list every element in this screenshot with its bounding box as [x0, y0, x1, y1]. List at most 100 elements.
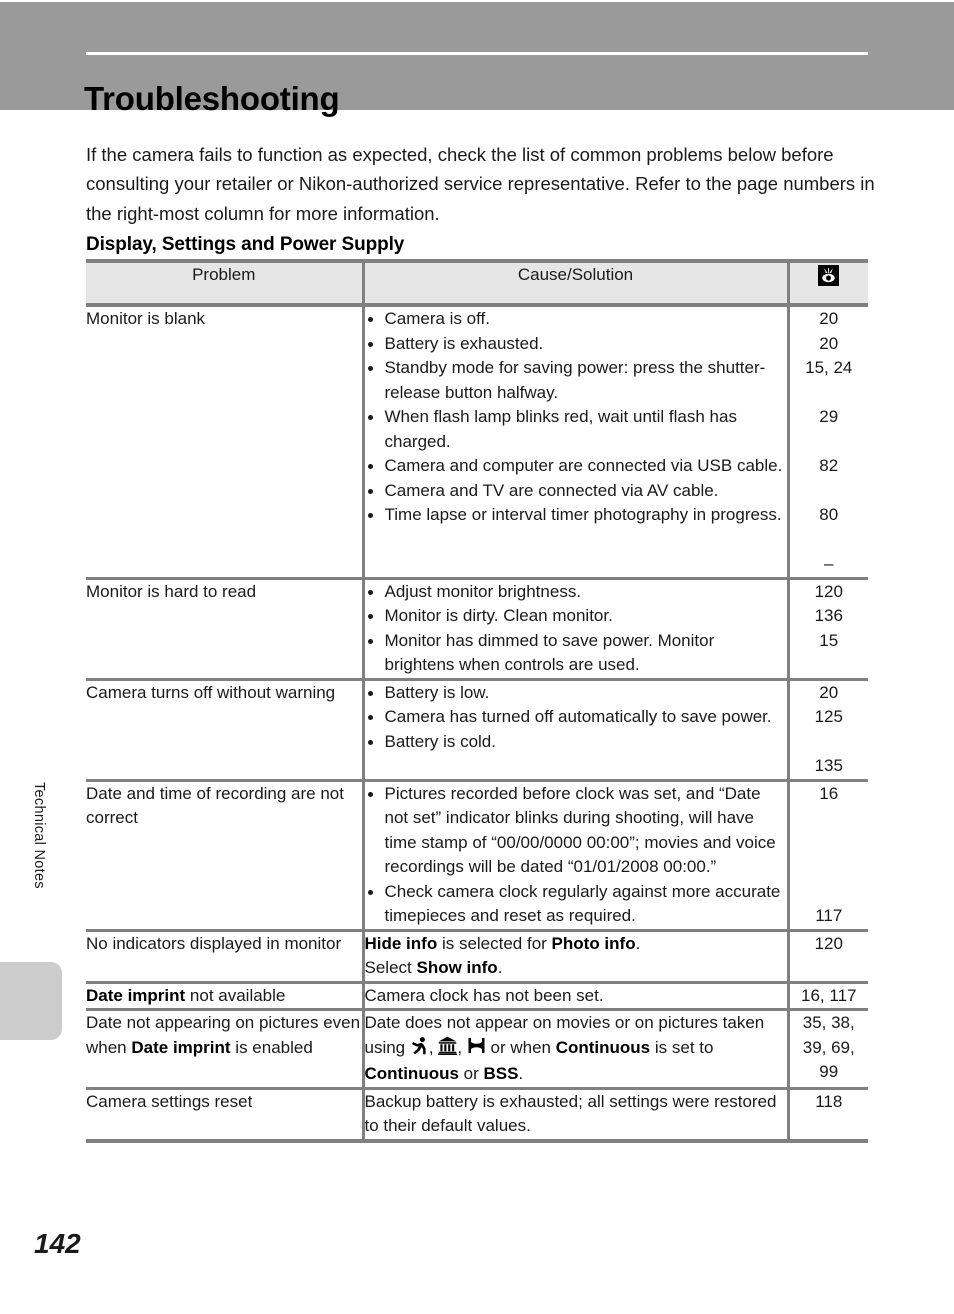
- table-header-row: Problem Cause/Solution: [86, 259, 868, 307]
- list-item: Camera is off.: [365, 307, 787, 332]
- table-body: Monitor is blank Camera is off. Battery …: [86, 305, 869, 1143]
- cause-text: .: [518, 1064, 524, 1083]
- list-item: Adjust monitor brightness.: [365, 580, 787, 605]
- cause-bullet-list: Battery is low. Camera has turned off au…: [365, 681, 787, 755]
- cause-text: Select: [364, 958, 417, 977]
- list-item: Time lapse or interval timer photography…: [365, 503, 787, 528]
- cause-bullet-list: Pictures recorded before clock was set, …: [365, 782, 787, 929]
- list-item: Pictures recorded before clock was set, …: [365, 782, 787, 880]
- cell-problem: Monitor is blank: [86, 305, 363, 580]
- page-ref: 120: [814, 581, 843, 601]
- page-ref-lines: 120: [790, 932, 869, 981]
- page-ref-spacer: [790, 956, 869, 981]
- cause-bullet-list: Adjust monitor brightness. Monitor is di…: [365, 580, 787, 678]
- cell-problem: No indicators displayed in monitor: [86, 930, 363, 984]
- header-cause-solution: Cause/Solution: [361, 259, 788, 307]
- troubleshooting-table: Problem Cause/Solution Monitor is blank …: [86, 259, 868, 1143]
- problem-text: not available: [185, 985, 286, 1005]
- cell-cause: Adjust monitor brightness. Monitor is di…: [361, 578, 788, 681]
- header-page-reference: [786, 259, 868, 307]
- list-item: When flash lamp blinks red, wait until f…: [365, 405, 787, 454]
- header-divider-rule: [86, 52, 868, 55]
- page-ref: 118: [815, 1091, 843, 1111]
- page-ref: 29: [819, 407, 839, 426]
- emphasis-bss: BSS: [483, 1064, 519, 1083]
- list-item: Standby mode for saving power: press the…: [365, 356, 787, 405]
- page-ref: 20: [819, 309, 839, 328]
- chapter-side-tab: [0, 962, 62, 1040]
- cell-problem: Date not appearing on pictures even when…: [86, 1009, 363, 1090]
- page-ref: 117: [815, 906, 843, 925]
- table-head: Problem Cause/Solution: [86, 259, 868, 307]
- sports-icon: [410, 1036, 429, 1063]
- page-ref-spacer: [790, 479, 869, 504]
- cell-page-refs: 20 20 15, 24 29 82 80 –: [786, 305, 869, 580]
- cause-text: .: [635, 933, 641, 953]
- table-row: Monitor is blank Camera is off. Battery …: [86, 305, 869, 580]
- table-row: Date and time of recording are not corre…: [86, 780, 869, 932]
- cause-text: is set to: [650, 1037, 714, 1057]
- page-ref: 15: [819, 630, 839, 650]
- page-ref: 82: [819, 456, 839, 475]
- cell-cause: Date does not appear on movies or on pic…: [361, 1009, 788, 1090]
- list-item: Battery is low.: [365, 681, 787, 706]
- page-ref-lines: 20 125 135: [790, 681, 869, 779]
- page-ref-spacer: [790, 528, 869, 553]
- list-item: Battery is exhausted.: [365, 332, 787, 357]
- cause-text: or when: [485, 1037, 556, 1057]
- page-ref-spacer: [790, 880, 869, 905]
- list-item: Camera and TV are connected via AV cable…: [365, 479, 787, 504]
- page-ref-spacer: [790, 855, 869, 880]
- cell-problem: Monitor is hard to read: [86, 578, 363, 681]
- cell-page-refs: 120: [786, 930, 869, 984]
- page-ref-lines: 20 20 15, 24 29 82 80 –: [790, 307, 869, 577]
- cell-cause: Camera is off. Battery is exhausted. Sta…: [361, 305, 788, 580]
- chapter-side-label: Technical Notes: [31, 782, 47, 889]
- table-row: Camera settings reset Backup battery is …: [86, 1088, 868, 1143]
- table-row: Date not appearing on pictures even when…: [86, 1009, 869, 1090]
- cause-text: ,: [428, 1037, 439, 1057]
- problem-text: is enabled: [230, 1037, 313, 1057]
- page-ref: 16, 117: [801, 985, 857, 1005]
- emphasis-date-imprint: Date imprint: [86, 985, 186, 1005]
- list-item: Camera and computer are connected via US…: [365, 454, 787, 479]
- list-item: Battery is cold.: [365, 730, 787, 755]
- table-row: Date imprint not available Camera clock …: [86, 982, 868, 1011]
- cell-problem: Camera turns off without warning: [86, 679, 363, 782]
- table-row: Camera turns off without warning Battery…: [86, 679, 869, 782]
- page-ref: 125: [814, 707, 843, 726]
- list-item: Monitor has dimmed to save power. Monito…: [365, 629, 787, 678]
- cell-page-refs: 16 117: [786, 780, 869, 932]
- page-ref: 16: [819, 783, 839, 803]
- cause-text-line: Hide info is selected for Photo info.: [365, 932, 787, 957]
- cell-page-refs: 35, 38, 39, 69, 99: [786, 1009, 869, 1090]
- page-ref: 35, 38,: [802, 1013, 855, 1032]
- page-ref: 39, 69,: [802, 1037, 855, 1057]
- troubleshooting-table-wrapper: Problem Cause/Solution Monitor is blank …: [86, 259, 868, 1143]
- list-item: Check camera clock regularly against mor…: [365, 880, 787, 929]
- list-item: Camera has turned off automatically to s…: [365, 705, 787, 730]
- page-ref-spacer: [790, 831, 869, 856]
- cell-problem: Date imprint not available: [86, 982, 363, 1011]
- cell-page-refs: 120 136 15: [786, 578, 868, 681]
- page-ref-spacer: [790, 430, 869, 455]
- cause-text: .: [497, 958, 503, 977]
- cause-text: ,: [457, 1037, 467, 1057]
- cause-text: or: [458, 1064, 484, 1083]
- list-item: Monitor is dirty. Clean monitor.: [365, 604, 787, 629]
- table-row: Monitor is hard to read Adjust monitor b…: [86, 578, 868, 681]
- page-ref: 20: [819, 333, 839, 353]
- cell-cause: Battery is low. Camera has turned off au…: [361, 679, 788, 782]
- museum-icon: [438, 1036, 458, 1063]
- panorama-assist-icon: [467, 1036, 486, 1063]
- cause-text: is selected for: [437, 933, 552, 953]
- page-number: 142: [34, 1228, 81, 1259]
- page-ref-lines: 35, 38, 39, 69, 99: [790, 1011, 869, 1085]
- intro-paragraph: If the camera fails to function as expec…: [86, 143, 875, 224]
- cell-cause: Camera clock has not been set.: [361, 982, 788, 1011]
- emphasis-photo-info: Photo info: [551, 933, 636, 953]
- page-ref-spacer: [790, 806, 869, 831]
- page-title: Troubleshooting: [84, 80, 340, 118]
- page-ref-spacer: [790, 730, 869, 755]
- emphasis-show-info: Show info: [416, 958, 498, 977]
